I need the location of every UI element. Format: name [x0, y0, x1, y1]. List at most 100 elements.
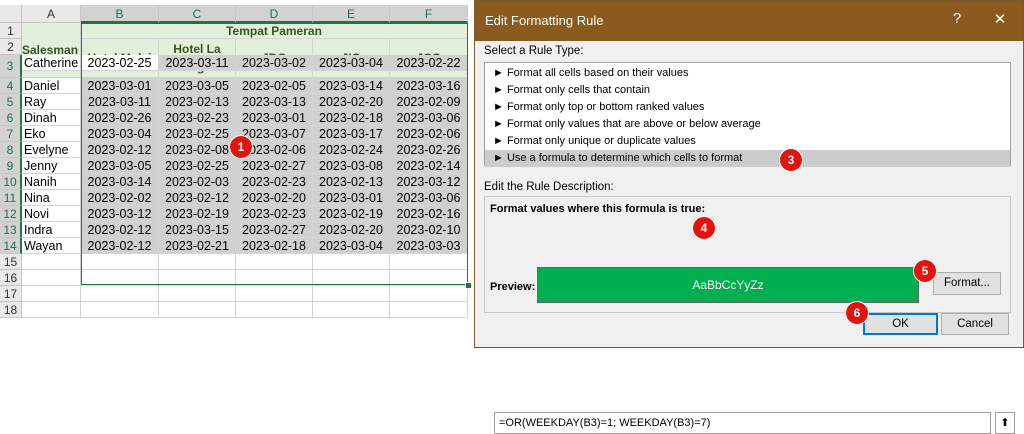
column-header-a[interactable]: A	[22, 5, 81, 23]
empty-cell[interactable]	[81, 254, 159, 270]
help-button[interactable]: ?	[945, 10, 969, 27]
rule-type-item[interactable]: ► Format only values that are above or b…	[485, 116, 1010, 133]
salesman-name-cell[interactable]: Evelyne	[22, 142, 81, 158]
salesman-name-cell[interactable]: Jenny	[22, 158, 81, 174]
empty-cell[interactable]	[22, 254, 81, 270]
ok-button[interactable]: OK	[863, 313, 938, 335]
date-cell[interactable]: 2023-02-02	[81, 190, 159, 206]
date-cell[interactable]: 2023-03-05	[159, 78, 236, 94]
column-header-d[interactable]: D	[236, 5, 313, 23]
salesman-name-cell[interactable]: Nina	[22, 190, 81, 206]
date-cell[interactable]: 2023-02-12	[81, 238, 159, 254]
date-cell[interactable]: 2023-03-12	[390, 174, 468, 190]
row-header-15[interactable]: 15	[0, 254, 22, 270]
empty-cell[interactable]	[390, 254, 468, 270]
date-cell[interactable]: 2023-02-20	[313, 222, 390, 238]
column-header-f[interactable]: F	[390, 5, 468, 23]
date-cell[interactable]: 2023-02-18	[313, 110, 390, 126]
date-cell[interactable]: 2023-03-11	[81, 94, 159, 110]
cancel-button[interactable]: Cancel	[941, 313, 1009, 335]
date-cell[interactable]: 2023-02-16	[390, 206, 468, 222]
date-cell[interactable]: 2023-02-19	[159, 206, 236, 222]
date-cell[interactable]: 2023-03-04	[81, 126, 159, 142]
empty-cell[interactable]	[236, 270, 313, 286]
row-header-12[interactable]: 12	[0, 206, 22, 222]
date-cell[interactable]: 2023-03-06	[390, 110, 468, 126]
empty-cell[interactable]	[159, 302, 236, 318]
date-cell[interactable]: 2023-02-08	[159, 142, 236, 158]
date-cell[interactable]: 2023-03-04	[313, 238, 390, 254]
row-header-11[interactable]: 11	[0, 190, 22, 206]
date-cell[interactable]: 2023-02-19	[313, 206, 390, 222]
rule-type-item[interactable]: ► Format only top or bottom ranked value…	[485, 99, 1010, 116]
date-cell[interactable]: 2023-02-05	[236, 78, 313, 94]
date-cell[interactable]: 2023-03-03	[390, 238, 468, 254]
salesman-name-cell[interactable]: Eko	[22, 126, 81, 142]
date-cell[interactable]: 2023-03-17	[313, 126, 390, 142]
empty-cell[interactable]	[390, 302, 468, 318]
date-cell[interactable]: 2023-02-20	[313, 94, 390, 110]
rule-type-item[interactable]: ► Format only cells that contain	[485, 82, 1010, 99]
empty-cell[interactable]	[159, 254, 236, 270]
empty-cell[interactable]	[236, 286, 313, 302]
date-cell[interactable]: 2023-02-03	[159, 174, 236, 190]
row-header-6[interactable]: 6	[0, 110, 22, 126]
rule-type-item[interactable]: ► Format all cells based on their values	[485, 65, 1010, 82]
date-cell[interactable]: 2023-02-10	[390, 222, 468, 238]
rule-type-item-selected[interactable]: ► Use a formula to determine which cells…	[485, 150, 1010, 167]
empty-cell[interactable]	[313, 286, 390, 302]
empty-cell[interactable]	[236, 302, 313, 318]
date-cell[interactable]: 2023-02-20	[236, 190, 313, 206]
row-header-7[interactable]: 7	[0, 126, 22, 142]
date-cell[interactable]: 2023-02-25	[159, 158, 236, 174]
row-header-14[interactable]: 14	[0, 238, 22, 254]
empty-cell[interactable]	[313, 254, 390, 270]
row-header-10[interactable]: 10	[0, 174, 22, 190]
salesman-name-cell[interactable]: Wayan	[22, 238, 81, 254]
date-cell[interactable]: 2023-03-13	[236, 94, 313, 110]
date-cell[interactable]: 2023-03-08	[313, 158, 390, 174]
empty-cell[interactable]	[390, 270, 468, 286]
row-header-1[interactable]: 1	[0, 23, 22, 39]
date-cell[interactable]: 2023-02-06	[390, 126, 468, 142]
date-cell[interactable]: 2023-02-25	[159, 126, 236, 142]
rule-type-list[interactable]: ► Format all cells based on their values…	[484, 62, 1011, 167]
row-header-8[interactable]: 8	[0, 142, 22, 158]
row-header-18[interactable]: 18	[0, 302, 22, 318]
active-cell-b3[interactable]: 2023-02-25	[81, 55, 159, 71]
date-cell[interactable]: 2023-03-15	[159, 222, 236, 238]
date-cell[interactable]: 2023-03-14	[81, 174, 159, 190]
date-cell[interactable]: 2023-03-01	[81, 78, 159, 94]
row-header-4[interactable]: 4	[0, 78, 22, 94]
date-cell[interactable]: 2023-03-01	[236, 110, 313, 126]
salesman-name-cell[interactable]: Nanih	[22, 174, 81, 190]
date-cell[interactable]: 2023-03-06	[390, 190, 468, 206]
date-cell[interactable]: 2023-03-01	[313, 190, 390, 206]
empty-cell[interactable]	[159, 286, 236, 302]
empty-cell[interactable]	[313, 270, 390, 286]
date-cell[interactable]: 2023-02-26	[81, 110, 159, 126]
salesman-name-cell[interactable]: Ray	[22, 94, 81, 110]
row-header-2[interactable]: 2	[0, 39, 22, 55]
fill-handle[interactable]	[465, 282, 472, 289]
date-cell[interactable]: 2023-02-21	[159, 238, 236, 254]
date-cell[interactable]: 2023-02-14	[390, 158, 468, 174]
salesman-name-cell[interactable]: Catherine	[22, 55, 81, 71]
empty-cell[interactable]	[22, 270, 81, 286]
date-cell[interactable]: 2023-02-12	[81, 222, 159, 238]
date-cell[interactable]: 2023-02-18	[236, 238, 313, 254]
close-icon[interactable]: ✕	[988, 10, 1012, 28]
date-cell[interactable]: 2023-03-16	[390, 78, 468, 94]
date-cell[interactable]: 2023-03-05	[81, 158, 159, 174]
date-cell[interactable]: 2023-02-12	[159, 190, 236, 206]
date-cell[interactable]: 2023-03-14	[313, 78, 390, 94]
date-cell[interactable]: 2023-03-11	[159, 55, 236, 71]
row-header-13[interactable]: 13	[0, 222, 22, 238]
date-cell[interactable]: 2023-02-13	[159, 94, 236, 110]
date-cell[interactable]: 2023-02-26	[390, 142, 468, 158]
row-header-9[interactable]: 9	[0, 158, 22, 174]
empty-cell[interactable]	[81, 286, 159, 302]
empty-cell[interactable]	[22, 286, 81, 302]
date-cell[interactable]: 2023-02-23	[236, 174, 313, 190]
format-button[interactable]: Format...	[933, 272, 1001, 295]
